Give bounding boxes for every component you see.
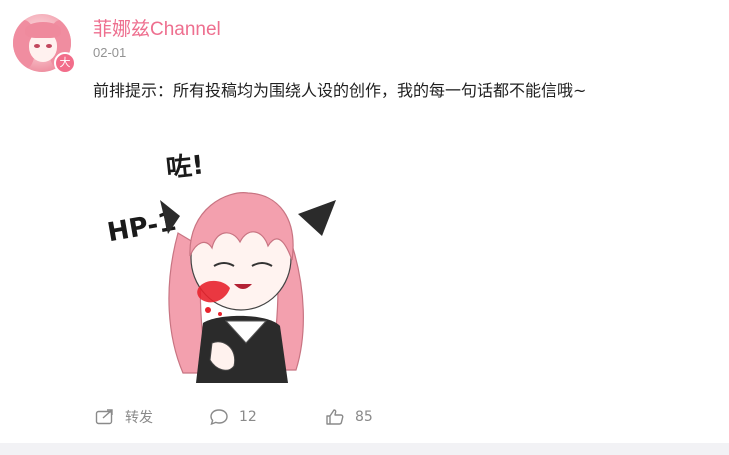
- verified-badge: 大: [54, 52, 76, 74]
- post-actions-bar: 转发 12 85: [95, 405, 695, 429]
- post-sticker-image[interactable]: HP-1 咗!: [108, 138, 348, 388]
- sticker-caption-exclaim: 咗!: [164, 150, 205, 184]
- avatar-eye: [46, 44, 52, 48]
- repost-button[interactable]: 转发: [95, 405, 153, 429]
- sticker-blood-drop: [218, 312, 222, 316]
- comment-button[interactable]: 12: [209, 405, 257, 429]
- comment-icon: [210, 409, 228, 426]
- avatar-bangs: [25, 22, 61, 38]
- thumbs-up-icon: [326, 409, 344, 425]
- post-date[interactable]: 02-01: [93, 45, 126, 60]
- like-button[interactable]: 85: [325, 405, 373, 429]
- username-link[interactable]: 菲娜兹Channel: [93, 14, 221, 41]
- repost-label: 转发: [125, 410, 153, 426]
- card-divider: [0, 443, 729, 455]
- avatar-eye: [34, 44, 40, 48]
- sticker-ribbon-right: [298, 200, 336, 236]
- comment-count: 12: [239, 409, 257, 425]
- like-count: 85: [355, 409, 373, 425]
- sticker-blood-drop: [205, 307, 211, 313]
- repost-icon: [95, 409, 113, 425]
- post-text: 前排提示：所有投稿均为围绕人设的创作，我的每一句话都不能信哦~: [93, 81, 587, 100]
